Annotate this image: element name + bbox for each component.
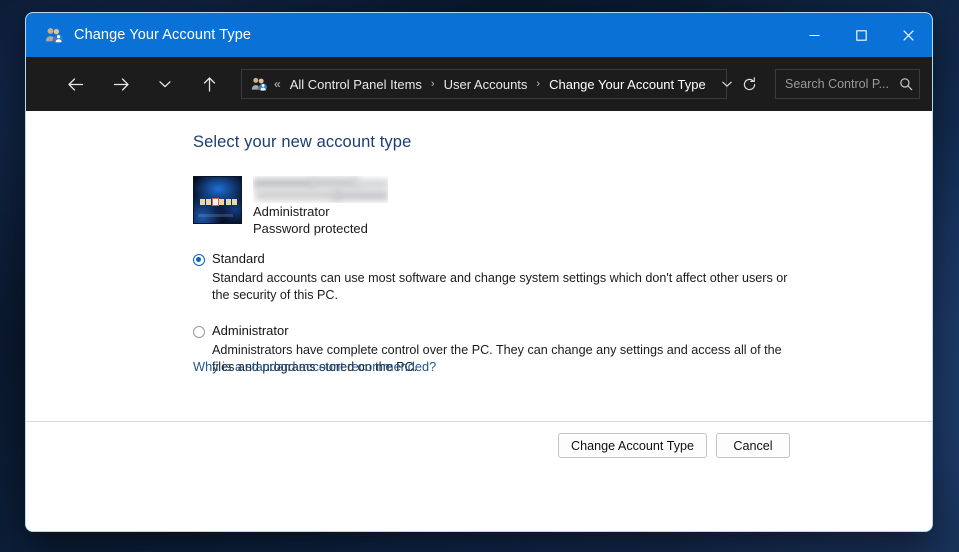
breadcrumb-separator-icon: › [536,78,541,90]
taskbar-icon [200,198,205,205]
breadcrumb-overflow-icon[interactable]: « [274,77,281,91]
taskbar-icon [206,198,212,205]
close-button[interactable] [885,13,932,57]
back-icon[interactable] [59,68,91,100]
taskbar-icon [225,198,231,205]
content-area: Select your new account type Administrat… [26,111,932,421]
search-box[interactable] [775,69,920,99]
page-title: Select your new account type [193,133,412,151]
change-account-type-button[interactable]: Change Account Type [558,433,707,458]
taskbar-icon [219,198,225,205]
window-controls [791,13,932,57]
forward-icon[interactable] [105,68,137,100]
maximize-button[interactable] [838,13,885,57]
option-standard-label[interactable]: Standard [212,251,265,267]
account-summary: Administrator Password protected [193,176,388,237]
window-titlebar: Change Your Account Type [26,13,932,57]
account-picture-taskbar [200,197,238,206]
search-input[interactable] [785,77,899,91]
account-password-state: Password protected [253,221,368,236]
window-title: Change Your Account Type [74,27,252,43]
user-accounts-icon [251,76,267,92]
radio-standard[interactable] [193,254,205,266]
up-icon[interactable] [193,68,225,100]
breadcrumb[interactable]: « All Control Panel Items › User Account… [241,69,732,99]
help-link[interactable]: Why is a standard account recommended? [193,359,436,374]
account-name-redacted [253,176,388,203]
navigation-bar: « All Control Panel Items › User Account… [26,57,932,111]
account-type-label: Administrator [253,204,330,219]
chevron-down-icon[interactable] [149,68,181,100]
footer-bar: Change Account Type Cancel [26,421,932,531]
cancel-button[interactable]: Cancel [716,433,790,458]
user-accounts-icon [45,26,63,44]
option-administrator-label[interactable]: Administrator [212,323,289,339]
account-details: Administrator Password protected [253,176,388,237]
minimize-button[interactable] [791,13,838,57]
control-panel-window: Change Your Account Type « All Control P… [25,12,933,532]
account-type-options: Standard Standard accounts can use most … [193,251,793,375]
search-icon[interactable] [899,77,913,91]
breadcrumb-item-all-control-panel-items[interactable]: All Control Panel Items [288,75,424,94]
option-standard-description: Standard accounts can use most software … [212,271,788,302]
option-standard[interactable]: Standard Standard accounts can use most … [193,251,793,303]
breadcrumb-item-change-your-account-type[interactable]: Change Your Account Type [547,75,708,94]
account-picture-strip [198,214,233,217]
breadcrumb-separator-icon: › [430,78,435,90]
radio-administrator[interactable] [193,326,205,338]
breadcrumb-item-user-accounts[interactable]: User Accounts [442,75,530,94]
taskbar-icon [211,197,219,206]
footer-buttons: Change Account Type Cancel [558,433,790,458]
taskbar-icon [232,198,238,205]
refresh-icon[interactable] [733,69,765,99]
account-picture [193,176,242,224]
